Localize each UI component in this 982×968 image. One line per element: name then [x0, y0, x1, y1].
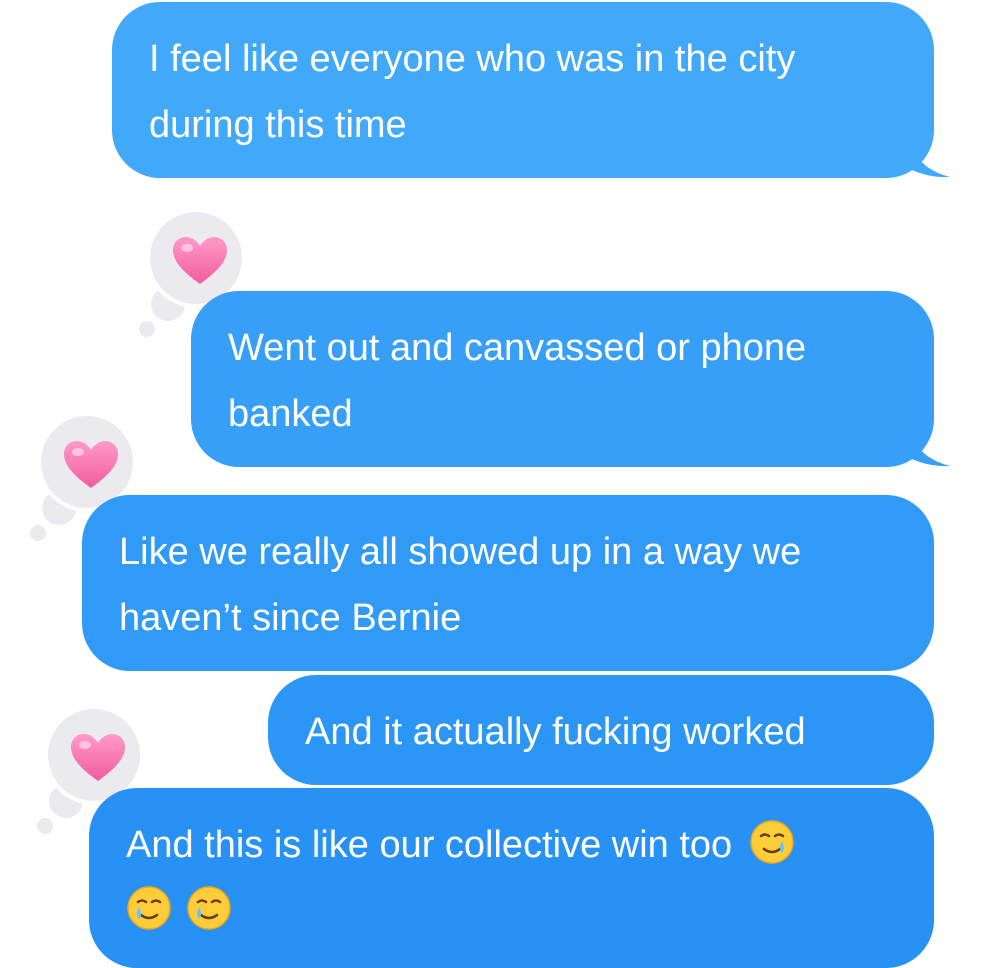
bubble-tail: [912, 148, 952, 178]
message-line: banked: [228, 393, 353, 435]
message-bubble[interactable]: I feel like everyone who was in the city…: [112, 2, 934, 178]
message-line-text: And this is like our collective win too: [126, 824, 733, 866]
message-line: I feel like everyone who was in the city: [149, 38, 796, 80]
message-line: And it actually fucking worked: [305, 711, 806, 753]
message-bubble[interactable]: And this is like our collective win too: [89, 788, 934, 968]
message-bubble[interactable]: And it actually fucking worked: [268, 675, 934, 785]
tapback-tail-dot: [139, 321, 155, 337]
emoji-line: [126, 878, 898, 944]
message-bubble[interactable]: Went out and canvassed or phone banked: [191, 291, 934, 467]
message-line: during this time: [149, 104, 407, 146]
smiling-face-with-tear-icon: [127, 886, 171, 930]
heart-icon: [173, 237, 227, 284]
bubble-tail: [912, 437, 952, 467]
tapback-tail-dot: [30, 525, 46, 541]
message-line: Went out and canvassed or phone: [228, 327, 807, 369]
message-line: And this is like our collective win too: [126, 812, 898, 878]
heart-icon: [71, 734, 125, 781]
message-line: Like we really all showed up in a way we: [119, 531, 802, 573]
message-thread: I feel like everyone who was in the city…: [0, 0, 982, 968]
smiling-face-with-tear-icon: [749, 820, 794, 864]
tapback-tail-dot: [37, 818, 53, 834]
smiling-face-with-tear-icon: [187, 886, 231, 930]
heart-icon: [64, 441, 118, 488]
message-bubble[interactable]: Like we really all showed up in a way we…: [82, 495, 934, 671]
message-line: haven’t since Bernie: [119, 597, 462, 639]
